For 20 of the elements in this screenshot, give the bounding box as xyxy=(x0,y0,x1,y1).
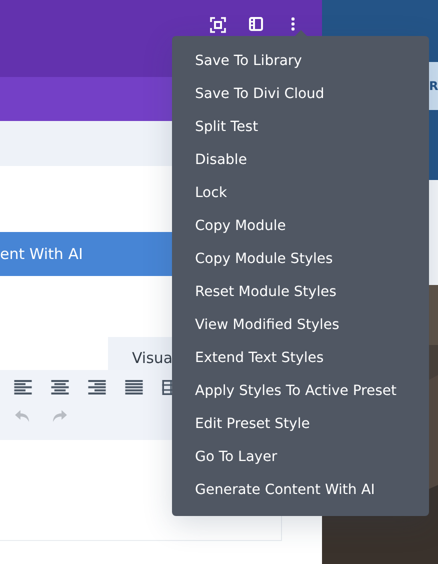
menu-item[interactable]: Split Test xyxy=(172,116,429,149)
align-justify-icon[interactable] xyxy=(125,380,143,395)
menu-item[interactable]: Lock xyxy=(172,182,429,215)
menu-item[interactable]: Go To Layer xyxy=(172,446,429,479)
align-right-icon[interactable] xyxy=(88,380,106,395)
menu-item[interactable]: Disable xyxy=(172,149,429,182)
focus-icon[interactable] xyxy=(210,17,226,33)
more-icon[interactable] xyxy=(291,17,295,31)
menu-item[interactable]: Reset Module Styles xyxy=(172,281,429,314)
menu-item[interactable]: Save To Divi Cloud xyxy=(172,83,429,116)
align-center-icon[interactable] xyxy=(51,380,69,395)
menu-item[interactable]: Edit Preset Style xyxy=(172,413,429,446)
menu-item[interactable]: Apply Styles To Active Preset xyxy=(172,380,429,413)
menu-item[interactable]: View Modified Styles xyxy=(172,314,429,347)
layout-icon[interactable] xyxy=(249,17,263,31)
menu-item[interactable]: Generate Content With AI xyxy=(172,479,429,512)
menu-item[interactable]: Save To Library xyxy=(172,50,429,83)
align-left-icon[interactable] xyxy=(14,380,32,395)
preview-heading: R xyxy=(429,62,438,110)
menu-item[interactable]: Extend Text Styles xyxy=(172,347,429,380)
